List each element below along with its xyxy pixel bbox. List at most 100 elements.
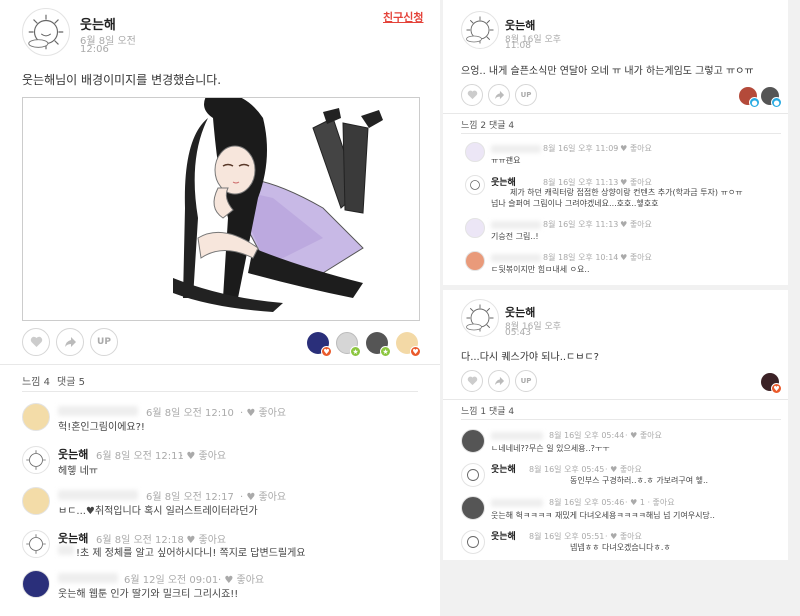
comments-count[interactable]: 댓글 4 bbox=[489, 118, 514, 131]
reactor-avatar[interactable]: ★ bbox=[366, 332, 391, 357]
divider bbox=[461, 419, 781, 420]
comment-time: 8월 16일 오후 05:46 bbox=[549, 498, 625, 507]
up-button[interactable]: UP bbox=[515, 84, 537, 106]
friend-request-link[interactable]: 친구신청 bbox=[383, 9, 423, 25]
reactor-avatar[interactable]: ♥ bbox=[396, 332, 421, 357]
comment-time: 6월 8일 오전 12:11 bbox=[96, 451, 184, 462]
commenter-avatar[interactable] bbox=[461, 429, 485, 453]
commenter-avatar[interactable] bbox=[465, 218, 485, 238]
commenter-avatar[interactable] bbox=[461, 496, 485, 520]
comment-like-button[interactable]: · ♥ 좋아요 bbox=[605, 464, 642, 475]
sun-character-icon bbox=[470, 180, 480, 190]
commenter-avatar[interactable] bbox=[461, 530, 485, 554]
commenter-avatar[interactable] bbox=[461, 463, 485, 487]
post-text: 다...다시 퀘스가야 되나..ㄷㅂㄷ? bbox=[461, 352, 599, 363]
share-button[interactable] bbox=[488, 370, 510, 392]
divider bbox=[443, 399, 788, 400]
commenter-avatar[interactable] bbox=[465, 142, 485, 162]
commenter-name-redacted bbox=[491, 254, 541, 262]
star-badge-icon: ★ bbox=[350, 346, 361, 357]
comment-like-button[interactable]: · ♥ 좋아요 bbox=[615, 143, 652, 154]
commenter-avatar[interactable] bbox=[22, 403, 50, 431]
like-button[interactable] bbox=[22, 328, 50, 356]
post-time: 05:43 bbox=[505, 328, 531, 338]
commenter-avatar[interactable] bbox=[22, 487, 50, 515]
comments-count[interactable]: 댓글 5 bbox=[57, 373, 85, 388]
comment-time: 8월 16일 오후 11:13 bbox=[543, 220, 619, 229]
share-button[interactable] bbox=[488, 84, 510, 106]
up-button[interactable]: UP bbox=[90, 328, 118, 356]
commenter-avatar[interactable] bbox=[22, 530, 50, 558]
like-label: 좋아요 bbox=[652, 498, 675, 507]
like-button[interactable] bbox=[461, 84, 483, 106]
right-post-card-1: 웃는해 8월 16일 오후 11:08 으엉.. 내게 슬픈소식만 연달아 오네… bbox=[443, 0, 788, 285]
commenter-name-redacted bbox=[58, 406, 138, 416]
commenter-name-redacted bbox=[58, 490, 138, 500]
comment-like-button[interactable]: · ♥ 좋아요 bbox=[615, 252, 652, 263]
comments-count[interactable]: 댓글 4 bbox=[489, 404, 514, 417]
commenter-name-redacted bbox=[491, 432, 543, 440]
comment-time: 8월 16일 오후 05:44 bbox=[549, 431, 625, 440]
divider bbox=[0, 364, 440, 365]
author-avatar[interactable] bbox=[461, 11, 499, 49]
like-button[interactable] bbox=[461, 370, 483, 392]
author-name[interactable]: 웃는해 bbox=[80, 14, 116, 33]
commenter-avatar[interactable] bbox=[465, 251, 485, 271]
commenter-avatar[interactable] bbox=[465, 175, 485, 195]
comment-text: 기승전 그림..! bbox=[491, 232, 539, 241]
author-avatar[interactable] bbox=[461, 299, 499, 337]
heart-icon bbox=[467, 90, 477, 100]
comment-text: 넵넵ㅎㅎ 다녀오겠습니다ㅎ.ㅎ bbox=[570, 543, 671, 552]
comment-time: 6월 8일 오전 12:10 bbox=[146, 408, 234, 419]
reactor-avatar[interactable]: ● bbox=[739, 87, 760, 108]
like-label: 좋아요 bbox=[258, 492, 287, 503]
comment-text: 웃는해 헉ㅋㅋㅋㅋ 재밌게 다녀오세용ㅋㅋㅋㅋ해님 넘 기여우시당.. bbox=[491, 511, 715, 520]
comment-like-button[interactable]: · ♥ 좋아요 bbox=[605, 531, 642, 542]
post-image[interactable] bbox=[22, 97, 420, 321]
share-arrow-icon bbox=[64, 337, 76, 347]
author-name[interactable]: 웃는해 bbox=[505, 17, 535, 33]
comment-like-button[interactable]: · ♥ 1 · 좋아요 bbox=[625, 497, 675, 508]
commenter-name[interactable]: 웃는해 bbox=[491, 529, 516, 542]
mention-redacted bbox=[58, 545, 74, 555]
post-text: 웃는해님이 배경이미지를 변경했습니다. bbox=[22, 73, 222, 87]
comment-like-button[interactable]: · ♥ 좋아요 bbox=[180, 447, 226, 462]
like-label: 좋아요 bbox=[619, 465, 642, 474]
comment-text: ㅂㄷ...♥취적입니다 혹시 일러스트레이터라던가 bbox=[58, 506, 258, 517]
sun-character-icon bbox=[466, 16, 494, 44]
share-button[interactable] bbox=[56, 328, 84, 356]
reactor-avatar[interactable]: ● bbox=[761, 87, 782, 108]
share-arrow-icon bbox=[494, 90, 504, 100]
reactor-avatar[interactable]: ★ bbox=[336, 332, 361, 357]
author-name[interactable]: 웃는해 bbox=[505, 304, 535, 320]
likes-count[interactable]: 느낌 2 bbox=[461, 118, 486, 131]
comment-like-button[interactable]: · ♥ 좋아요 bbox=[218, 571, 264, 586]
up-button[interactable]: UP bbox=[515, 370, 537, 392]
commenter-avatar[interactable] bbox=[22, 570, 50, 598]
comment-like-button[interactable]: · ♥ 좋아요 bbox=[615, 219, 652, 230]
commenter-name-redacted bbox=[491, 221, 541, 229]
commenter-name[interactable]: 웃는해 bbox=[58, 446, 88, 462]
author-avatar[interactable] bbox=[22, 8, 70, 56]
sun-character-icon bbox=[466, 304, 494, 332]
reactor-avatar[interactable]: ♥ bbox=[761, 373, 782, 394]
likes-count[interactable]: 느낌 1 bbox=[461, 404, 486, 417]
right-post-card-2: 웃는해 8월 16일 오후 05:43 다...다시 퀘스가야 되나..ㄷㅂㄷ?… bbox=[443, 290, 788, 560]
heart-icon bbox=[30, 336, 42, 347]
reactor-avatar[interactable]: ♥ bbox=[307, 332, 332, 357]
sun-character-icon bbox=[26, 534, 46, 554]
commenter-avatar[interactable] bbox=[22, 446, 50, 474]
divider bbox=[22, 391, 418, 392]
comment-like-button[interactable]: · ♥ 좋아요 bbox=[240, 488, 286, 503]
comment-like-button[interactable]: · ♥ 좋아요 bbox=[625, 430, 662, 441]
heart-badge-icon: ♥ bbox=[771, 383, 782, 394]
commenter-name-redacted bbox=[58, 573, 118, 583]
comment-time: 8월 16일 오후 11:09 bbox=[543, 144, 619, 153]
comment-like-button[interactable]: · ♥ 좋아요 bbox=[240, 404, 286, 419]
like-count: 1 bbox=[639, 498, 645, 507]
likes-count[interactable]: 느낌 4 bbox=[22, 373, 50, 388]
like-label: 좋아요 bbox=[236, 575, 265, 586]
like-label: 좋아요 bbox=[629, 253, 652, 262]
commenter-name-redacted bbox=[491, 499, 543, 507]
commenter-name[interactable]: 웃는해 bbox=[491, 462, 516, 475]
